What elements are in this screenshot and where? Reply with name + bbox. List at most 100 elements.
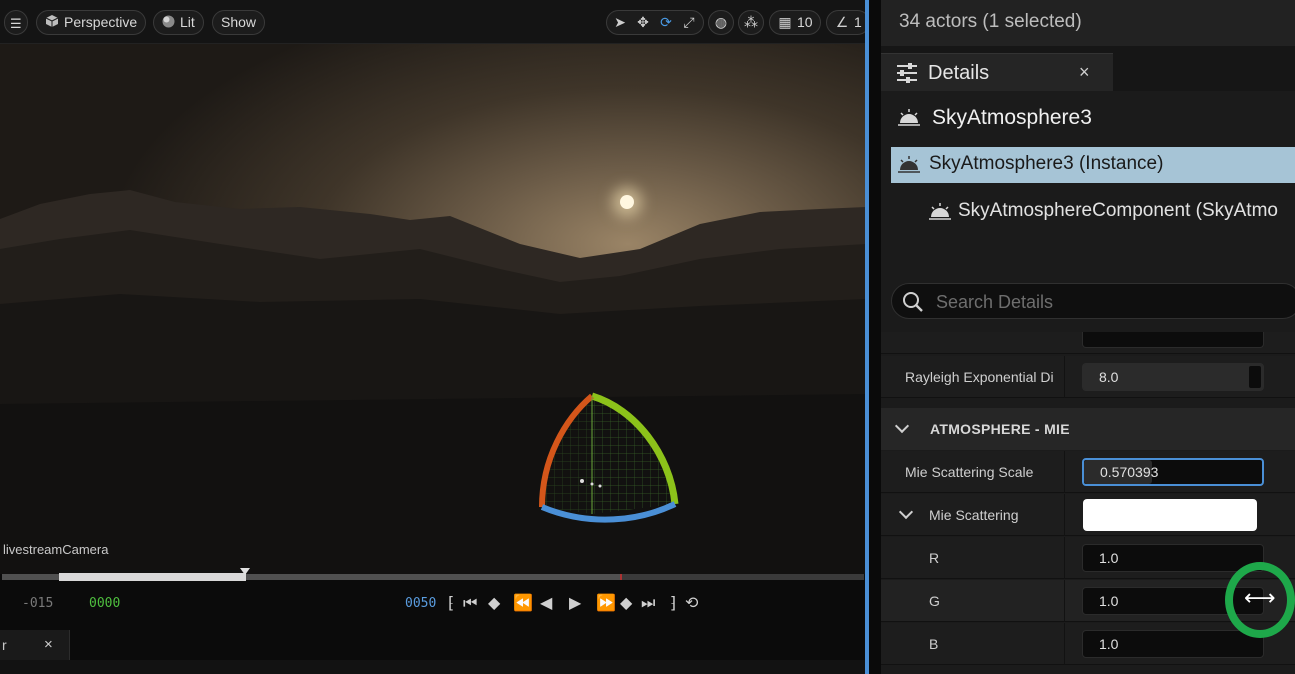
field-value: 8.0	[1099, 369, 1119, 385]
details-tab[interactable]: Details ×	[881, 53, 1113, 91]
sky-atmosphere-icon	[898, 109, 920, 126]
perspective-label: Perspective	[64, 14, 138, 30]
angle-snap-value: 1	[854, 14, 862, 30]
loop-icon[interactable]: ⟲	[685, 594, 698, 614]
perspective-button[interactable]: Perspective	[36, 10, 147, 35]
sphere-icon	[162, 12, 175, 35]
column-splitter[interactable]	[1064, 580, 1065, 622]
timecode-start[interactable]: -015	[22, 596, 53, 611]
tree-row-instance[interactable]: SkyAtmosphere3 (Instance)	[891, 147, 1295, 183]
world-local-toggle[interactable]: ◍	[708, 10, 734, 35]
field-value: 1.0	[1099, 550, 1119, 566]
show-label: Show	[221, 14, 257, 30]
prop-row-partial	[881, 332, 1295, 354]
viewport-toolbar: ☰ Perspective Lit Show ➤ ✥ ⟳ ⤢ ◍ ⁂ ▦ 10 …	[0, 0, 866, 44]
rotate-tool-icon[interactable]: ⟳	[655, 11, 677, 34]
prop-mie-scattering: Mie Scattering	[881, 494, 1295, 536]
bottom-panel-toolbar	[0, 660, 866, 674]
sun-disc	[620, 195, 634, 209]
bottom-panel-tab[interactable]: r ×	[0, 630, 70, 660]
outliner-footer: 34 actors (1 selected)	[881, 0, 1295, 46]
step-back-icon[interactable]: ⏪	[513, 594, 533, 614]
partial-field[interactable]	[1082, 332, 1264, 348]
prev-key-icon[interactable]: ◆	[488, 594, 500, 614]
bottom-tab-label: r	[2, 637, 7, 653]
lit-label: Lit	[180, 14, 195, 30]
hamburger-icon: ☰	[10, 16, 22, 31]
timecode-current[interactable]: 0000	[89, 596, 120, 611]
prop-mie-scattering-scale: Mie Scattering Scale 0.570393	[881, 451, 1295, 493]
column-splitter[interactable]	[1064, 494, 1065, 536]
camera-label: livestreamCamera	[3, 542, 109, 557]
grid-snap-toggle[interactable]: ▦ 10	[769, 10, 821, 35]
search-details-input[interactable]	[936, 290, 1276, 314]
timecode-end[interactable]: 0050	[405, 596, 436, 611]
transform-tools: ➤ ✥ ⟳ ⤢	[606, 10, 704, 35]
surface-snap-toggle[interactable]: ⁂	[738, 10, 764, 35]
step-forward-icon[interactable]: ⏩	[596, 594, 616, 614]
column-splitter[interactable]	[1064, 537, 1065, 579]
prop-label: Mie Scattering	[929, 507, 1019, 523]
field-value: 1.0	[1099, 593, 1119, 609]
rayleigh-exponential-field[interactable]: 8.0	[1082, 363, 1264, 391]
horizontal-resize-cursor-icon: ⟷	[1244, 585, 1276, 610]
sequencer-timeline[interactable]	[0, 568, 866, 582]
actor-name: SkyAtmosphere3	[932, 106, 1092, 129]
mie-scattering-color-swatch[interactable]	[1083, 499, 1257, 531]
move-tool-icon[interactable]: ✥	[632, 11, 654, 34]
sky-atmosphere-component-icon	[929, 203, 951, 220]
snap-icon: ⁂	[744, 14, 758, 30]
directional-light-rotation-gizmo[interactable]	[530, 389, 690, 529]
section-atmosphere-mie[interactable]: ATMOSPHERE - MIE	[881, 408, 1295, 450]
prop-label: R	[929, 550, 940, 566]
actor-header: SkyAtmosphere3	[881, 100, 1295, 136]
prop-label: G	[929, 593, 940, 609]
details-panel: 34 actors (1 selected) Details × SkyAtmo…	[881, 0, 1295, 674]
viewport-menu-button[interactable]: ☰	[4, 10, 28, 35]
jump-to-start-icon[interactable]: ⏮	[463, 594, 477, 614]
angle-snap-toggle[interactable]: ∠ 1	[826, 10, 866, 35]
mie-r-field[interactable]: 1.0	[1082, 544, 1264, 572]
grid-snap-value: 10	[797, 14, 813, 30]
chevron-down-icon[interactable]	[898, 504, 914, 520]
details-close-icon[interactable]: ×	[1079, 62, 1090, 83]
angle-icon: ∠	[835, 14, 849, 30]
lit-button[interactable]: Lit	[153, 10, 204, 35]
field-slider-end	[1249, 366, 1261, 388]
section-title: ATMOSPHERE - MIE	[930, 421, 1070, 437]
prop-label: Rayleigh Exponential Di	[905, 369, 1054, 385]
column-splitter[interactable]	[1064, 356, 1065, 398]
playhead-marker[interactable]	[240, 568, 250, 575]
field-value: 0.570393	[1100, 464, 1159, 480]
jump-to-end-icon[interactable]: ⏭	[641, 594, 655, 614]
field-value: 1.0	[1099, 636, 1119, 652]
select-tool-icon[interactable]: ➤	[609, 11, 631, 34]
level-viewport[interactable]: ☰ Perspective Lit Show ➤ ✥ ⟳ ⤢ ◍ ⁂ ▦ 10 …	[0, 0, 866, 674]
prop-mie-r: R 1.0	[881, 537, 1295, 579]
show-button[interactable]: Show	[212, 10, 266, 35]
column-splitter[interactable]	[1064, 623, 1065, 665]
prop-label: B	[929, 636, 939, 652]
scene-render[interactable]	[0, 44, 866, 574]
prop-rayleigh-exponential: Rayleigh Exponential Di 8.0	[881, 356, 1295, 398]
mie-b-field[interactable]: 1.0	[1082, 630, 1264, 658]
mie-scattering-scale-field[interactable]: 0.570393	[1082, 458, 1264, 486]
play-reverse-icon[interactable]: ◀	[540, 594, 552, 614]
scale-tool-icon[interactable]: ⤢	[678, 11, 700, 34]
transport-controls: -015 0000 0050 ⁅ ⏮ ◆ ⏪ ◀ ▶ ⏩ ◆ ⏭ ⁆ ⟲	[0, 588, 866, 622]
column-splitter[interactable]	[1064, 451, 1065, 493]
bottom-tab-close-icon[interactable]: ×	[44, 636, 53, 653]
set-end-icon[interactable]: ⁆	[670, 594, 676, 614]
tree-row-label: SkyAtmosphereComponent (SkyAtmo	[958, 200, 1278, 221]
tree-row-label: SkyAtmosphere3 (Instance)	[929, 153, 1164, 174]
grid-icon: ▦	[778, 14, 792, 30]
next-key-icon[interactable]: ◆	[620, 594, 632, 614]
play-icon[interactable]: ▶	[569, 594, 581, 614]
chevron-down-icon	[894, 418, 910, 434]
set-start-icon[interactable]: ⁅	[448, 594, 454, 614]
tree-row-component[interactable]: SkyAtmosphereComponent (SkyAtmo	[881, 194, 1295, 230]
panel-gap	[869, 0, 881, 674]
details-tab-title: Details	[928, 62, 990, 84]
prop-label: Mie Scattering Scale	[905, 464, 1034, 480]
search-details-box[interactable]	[891, 283, 1295, 319]
